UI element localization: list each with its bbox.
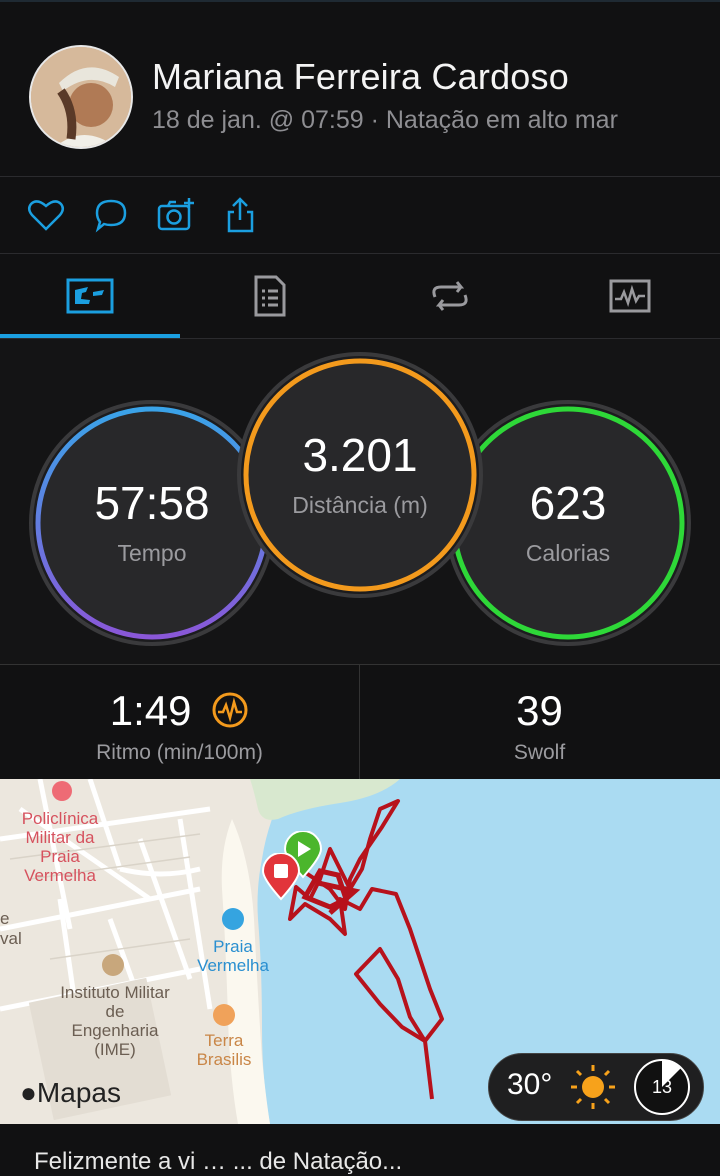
sun-icon: [571, 1065, 615, 1109]
tab-details[interactable]: [180, 254, 360, 338]
map-attribution: Mapas: [36, 1077, 121, 1108]
laps-icon: [432, 281, 468, 311]
share-icon[interactable]: [221, 195, 261, 235]
comment-preview: Felizmente a vi … ... de Natação...: [34, 1148, 403, 1175]
time-label: Tempo: [117, 539, 187, 566]
performance-icon[interactable]: [211, 691, 249, 729]
calories-ring: 623 Calorias: [454, 409, 682, 637]
map-label-left2: val: [0, 929, 22, 948]
pace-label: Ritmo (min/100m): [96, 741, 263, 764]
overview-icon: [66, 278, 114, 314]
charts-icon: [609, 279, 651, 313]
distance-label: Distância (m): [292, 491, 428, 518]
avatar[interactable]: [29, 45, 133, 149]
map-label-left1: e: [0, 909, 10, 928]
comment-icon[interactable]: [91, 195, 131, 235]
tab-overview[interactable]: [0, 254, 180, 338]
action-bar: [0, 177, 720, 253]
pace-value: 1:49: [109, 687, 192, 734]
map-label-policlinica: Policlínica Militar da Praia Vermelha: [21, 809, 99, 885]
temperature: 30°: [507, 1068, 553, 1101]
secondary-stats: 1:49 Ritmo (min/100m) 39 Swolf: [0, 664, 720, 780]
wind-value: 13: [651, 1076, 673, 1097]
distance-value: 3.201: [302, 428, 418, 481]
calories-value: 623: [529, 476, 607, 529]
heart-icon[interactable]: [26, 195, 66, 235]
details-icon: [254, 275, 286, 317]
tab-charts[interactable]: [540, 254, 720, 338]
swolf-label: Swolf: [513, 741, 566, 764]
add-photo-icon[interactable]: [156, 195, 196, 235]
time-ring: 57:58 Tempo: [38, 409, 266, 637]
avatar-image: [31, 47, 131, 147]
map-label-terra: Terra Brasilis: [196, 1031, 252, 1069]
pace-cell: 1:49 Ritmo (min/100m): [0, 665, 359, 780]
activity-meta: 18 de jan. @ 07:59 · Natação em alto mar: [152, 106, 618, 134]
stats-panel: 57:58 Tempo 623 Calorias 3.201 Distância…: [0, 339, 720, 664]
user-name[interactable]: Mariana Ferreira Cardoso: [152, 56, 569, 98]
distance-ring: 3.201 Distância (m): [246, 361, 474, 589]
activity-header: Mariana Ferreira Cardoso 18 de jan. @ 07…: [0, 2, 720, 176]
map-label-instituto: Instituto Militar de Engenharia (IME): [60, 983, 170, 1059]
map-label-praia: Praia Vermelha: [197, 937, 269, 975]
tab-bar: [0, 254, 720, 338]
finish-marker-icon[interactable]: [261, 853, 301, 901]
apple-logo-icon: ●: [20, 1077, 37, 1108]
swolf-value: 39: [516, 687, 563, 734]
tab-laps[interactable]: [360, 254, 540, 338]
calories-label: Calorias: [525, 539, 611, 566]
time-value: 57:58: [94, 476, 210, 529]
weather-pill[interactable]: 30° 13: [488, 1053, 704, 1121]
swolf-cell: 39 Swolf: [360, 665, 719, 780]
